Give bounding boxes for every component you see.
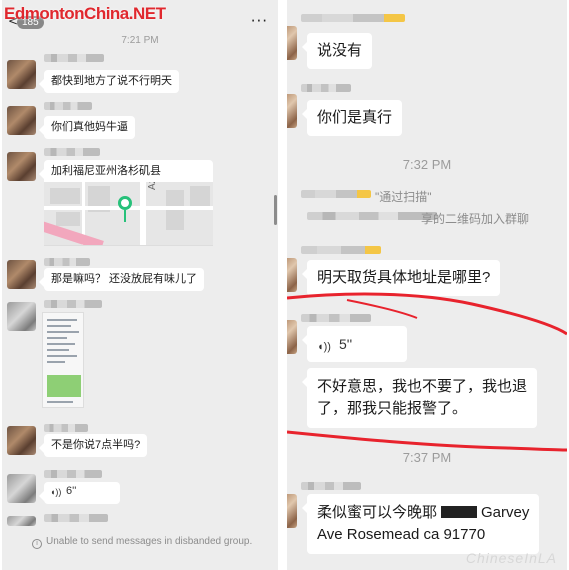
blurred-inviter-name (307, 212, 437, 220)
avatar[interactable] (287, 94, 297, 128)
message-bubble[interactable]: 说没有 (301, 33, 373, 69)
message-bubble[interactable]: 都快到地方了说不行明天 (39, 70, 179, 93)
sender-name-blurred (301, 84, 351, 92)
timestamp: 7:32 PM (402, 157, 452, 172)
avatar[interactable] (7, 426, 36, 455)
sender-name-blurred (44, 148, 100, 156)
voice-wave-icon: ◖)) (50, 487, 62, 497)
voice-duration: 5'' (339, 336, 353, 352)
sender-name-blurred (301, 482, 361, 490)
more-icon[interactable]: ··· (251, 12, 268, 30)
voice-message[interactable]: ◖)) 5'' (302, 326, 407, 362)
avatar[interactable] (7, 302, 36, 331)
sender-name-blurred (44, 470, 102, 478)
blurred-member-name (301, 190, 371, 198)
message-bubble[interactable]: 你们是真行 (301, 100, 403, 136)
location-title[interactable]: 加利福尼亚州洛杉矶县 (39, 160, 213, 184)
screenshot-composite: EdmontonChina.NET < 185 ··· 7:21 PM 都快到地… (0, 0, 569, 570)
message-line: 了，那我只能报警了。 (317, 400, 468, 417)
sender-name-blurred (44, 514, 108, 522)
info-icon: i (32, 539, 42, 549)
avatar[interactable] (287, 494, 297, 528)
location-pin-icon (118, 196, 132, 210)
avatar[interactable] (7, 260, 36, 289)
avatar[interactable] (7, 106, 36, 135)
sender-name-blurred (301, 246, 381, 254)
sender-name-blurred (44, 424, 88, 432)
image-message-thumbnail[interactable] (42, 312, 84, 408)
sender-name-blurred (44, 54, 104, 62)
message-line: Ave Rosemead ca 91770 (317, 526, 486, 543)
location-map[interactable]: Azusa Ave (44, 182, 213, 246)
message-bubble[interactable]: 明天取货具体地址是哪里? (301, 260, 501, 296)
site-logo: EdmontonChina.NET (4, 4, 166, 23)
sender-name-blurred (44, 258, 90, 266)
avatar[interactable] (287, 26, 297, 60)
scrollbar-thumb[interactable] (274, 195, 277, 225)
message-bubble[interactable]: 你们真他妈牛逼 (39, 116, 135, 139)
sender-name-blurred (44, 102, 92, 110)
message-bubble[interactable]: 不好意思，我也不要了，我也退 了，那我只能报警了。 (301, 368, 538, 428)
voice-wave-icon: ◖)) (317, 341, 331, 353)
avatar[interactable] (7, 152, 36, 181)
message-bubble[interactable]: 柔似蜜可以今晚耶 Garvey Ave Rosemead ca 91770 (301, 494, 540, 554)
disbanded-notice: i Unable to send messages in disbanded gr… (32, 536, 252, 549)
avatar[interactable] (7, 60, 36, 89)
panel-divider (278, 0, 287, 570)
message-line: 柔似蜜可以今晚耶 Garvey (317, 504, 530, 521)
message-bubble[interactable]: 不是你说7点半吗? (38, 434, 148, 457)
avatar[interactable] (7, 516, 36, 526)
sender-name-blurred (301, 314, 371, 322)
sender-name-blurred (301, 14, 405, 22)
timestamp: 7:21 PM (121, 35, 159, 46)
timestamp: 7:37 PM (402, 450, 452, 465)
message-bubble[interactable]: 那是嘛吗？ 还没放屁有味儿了 (38, 268, 205, 291)
message-line: 不好意思，我也不要了，我也退 (317, 378, 528, 395)
voice-message[interactable]: ◖)) 6'' (39, 482, 120, 504)
right-chat-panel: 说没有 你们是真行 7:32 PM "通过扫描" 享的二维码加入群聊 明天取货具… (287, 0, 567, 570)
avatar[interactable] (287, 320, 297, 354)
voice-duration: 6'' (66, 485, 77, 497)
redacted-text (441, 506, 478, 518)
map-street-label: Azusa Ave (147, 182, 158, 190)
join-notice-part1: "通过扫描" (375, 190, 432, 204)
join-notice-part2: 享的二维码加入群聊 (421, 212, 530, 226)
sender-name-blurred (44, 300, 102, 308)
avatar[interactable] (7, 474, 36, 503)
watermark: ChineseInLA (465, 550, 557, 566)
left-chat-panel: < 185 ··· 7:21 PM 都快到地方了说不行明天 你们真他妈牛逼 加利… (2, 0, 278, 570)
avatar[interactable] (287, 258, 297, 292)
